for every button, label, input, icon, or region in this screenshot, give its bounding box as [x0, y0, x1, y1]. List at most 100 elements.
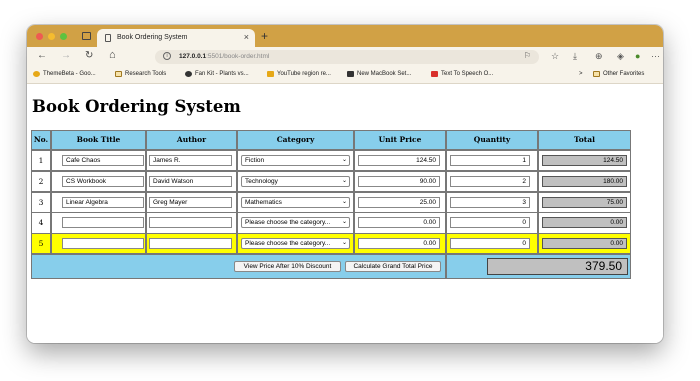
unit-price-input[interactable]: 90.00 — [358, 175, 440, 187]
chevron-down-icon: ⌄ — [341, 219, 347, 226]
forward-button[interactable]: → — [61, 50, 71, 61]
folder-icon — [115, 71, 122, 77]
page-icon — [105, 34, 111, 42]
chevron-down-icon: ⌄ — [341, 240, 347, 247]
category-cell: Mathematics ⌄ — [237, 191, 354, 213]
unit-price-cell: 25.00 — [354, 191, 446, 213]
author-input[interactable]: Greg Mayer — [149, 196, 232, 208]
back-button[interactable]: ← — [37, 50, 47, 61]
reload-button[interactable]: ↻ — [85, 50, 93, 61]
tts-icon — [431, 71, 438, 77]
title-cell: CS Workbook — [51, 170, 146, 193]
author-cell — [146, 233, 237, 255]
browser-toolbar: ← → ↻ ⌂ i 127.0.0.1:5501/book-order.html… — [27, 47, 663, 67]
author-input[interactable]: David Watson — [149, 175, 232, 187]
table-footer-actions: View Price After 10% Discount Calculate … — [31, 254, 446, 279]
grand-total-field: 379.50 — [487, 258, 628, 275]
favorites-bar: ThemeBeta - Goo... Research Tools Fan Ki… — [27, 67, 663, 84]
favorite-macbook-setup[interactable]: New MacBook Set... — [347, 71, 411, 77]
book-title-input[interactable]: Linear Algebra — [62, 196, 144, 208]
favorites-star-icon[interactable]: ☆ — [551, 51, 559, 62]
favorite-youtube-region[interactable]: YouTube region re... — [267, 71, 331, 77]
row-total-field: 75.00 — [542, 196, 627, 208]
profile-icon[interactable]: ● — [635, 51, 640, 61]
author-cell: David Watson — [146, 170, 237, 193]
category-select[interactable]: Mathematics ⌄ — [241, 196, 350, 208]
youtube-region-icon — [267, 71, 274, 77]
total-cell: 75.00 — [538, 191, 631, 213]
favorite-text-to-speech[interactable]: Text To Speech O... — [431, 71, 493, 77]
favorites-overflow-chevron[interactable]: > — [579, 71, 583, 77]
themebeta-icon — [33, 71, 40, 77]
book-title-input[interactable]: CS Workbook — [62, 175, 144, 187]
author-input[interactable] — [149, 238, 232, 250]
title-cell — [51, 212, 146, 234]
favorite-fan-kit[interactable]: Fan Kit - Plants vs... — [185, 71, 249, 77]
quantity-input[interactable]: 0 — [450, 217, 530, 229]
category-select[interactable]: Fiction ⌄ — [241, 155, 350, 166]
title-cell — [51, 233, 146, 255]
category-cell: Fiction ⌄ — [237, 150, 354, 172]
minimize-window-button[interactable] — [48, 33, 55, 40]
calculate-grand-total-button[interactable]: Calculate Grand Total Price — [345, 261, 441, 272]
close-window-button[interactable] — [36, 33, 43, 40]
row-number: 3 — [31, 191, 51, 213]
category-select-value: Please choose the category... — [245, 219, 331, 227]
total-cell: 124.50 — [538, 150, 631, 172]
favorite-label: New MacBook Set... — [357, 71, 412, 77]
header-total: Total — [538, 130, 631, 150]
chevron-down-icon: ⌄ — [341, 157, 347, 163]
page-title: Book Ordering System — [32, 97, 241, 116]
close-tab-icon[interactable]: × — [244, 32, 249, 42]
site-info-icon[interactable]: i — [163, 52, 171, 60]
downloads-icon[interactable]: ⤓ — [573, 51, 577, 62]
chevron-right-icon: > — [579, 71, 583, 77]
unit-price-input[interactable]: 0.00 — [358, 217, 440, 229]
book-title-input[interactable] — [62, 238, 144, 250]
unit-price-input[interactable]: 0.00 — [358, 238, 440, 250]
more-menu-icon[interactable]: ··· — [651, 51, 660, 61]
author-input[interactable]: James R. — [149, 155, 232, 166]
favorite-label: ThemeBeta - Goo... — [43, 71, 96, 77]
quantity-input[interactable]: 1 — [450, 155, 530, 166]
quantity-input[interactable]: 2 — [450, 175, 530, 187]
header-category: Category — [237, 130, 354, 150]
new-tab-button[interactable]: + — [261, 29, 268, 43]
book-title-input[interactable] — [62, 217, 144, 229]
unit-price-input[interactable]: 124.50 — [358, 155, 440, 166]
category-select[interactable]: Please choose the category... ⌄ — [241, 217, 350, 229]
tab-book-ordering[interactable]: Book Ordering System × — [97, 29, 255, 47]
row-number: 1 — [31, 150, 51, 172]
home-button[interactable]: ⌂ — [109, 49, 116, 61]
collections-icon[interactable]: ⊕ — [595, 51, 603, 62]
header-unit-price: Unit Price — [354, 130, 446, 150]
favorite-themebeta[interactable]: ThemeBeta - Goo... — [33, 71, 96, 77]
row-total-field: 124.50 — [542, 155, 627, 166]
tab-actions-icon[interactable] — [82, 32, 91, 40]
total-cell: 180.00 — [538, 170, 631, 193]
quantity-input[interactable]: 3 — [450, 196, 530, 208]
total-cell: 0.00 — [538, 233, 631, 255]
view-discount-button[interactable]: View Price After 10% Discount — [234, 261, 341, 272]
category-select[interactable]: Please choose the category... ⌄ — [241, 238, 350, 250]
category-cell: Please choose the category... ⌄ — [237, 233, 354, 255]
read-aloud-icon[interactable]: ⚐ — [524, 51, 531, 60]
author-cell — [146, 212, 237, 234]
row-total-field: 180.00 — [542, 175, 627, 187]
maximize-window-button[interactable] — [60, 33, 67, 40]
unit-price-input[interactable]: 25.00 — [358, 196, 440, 208]
extensions-icon[interactable]: ◈ — [617, 51, 624, 62]
category-select[interactable]: Technology ⌄ — [241, 175, 350, 187]
favorite-label: YouTube region re... — [277, 71, 331, 77]
category-select-value: Technology — [245, 177, 278, 185]
quantity-input[interactable]: 0 — [450, 238, 530, 250]
author-input[interactable] — [149, 217, 232, 229]
favorite-research-tools[interactable]: Research Tools — [115, 71, 166, 77]
book-title-input[interactable]: Cafe Chaos — [62, 155, 144, 166]
unit-price-cell: 90.00 — [354, 170, 446, 193]
browser-window: Book Ordering System × + ← → ↻ ⌂ i 127.0… — [27, 25, 663, 343]
other-favorites[interactable]: Other Favorites — [593, 71, 644, 77]
address-bar[interactable]: i 127.0.0.1:5501/book-order.html ⚐ — [155, 50, 539, 64]
category-select-value: Please choose the category... — [245, 240, 331, 248]
title-cell: Linear Algebra — [51, 191, 146, 213]
